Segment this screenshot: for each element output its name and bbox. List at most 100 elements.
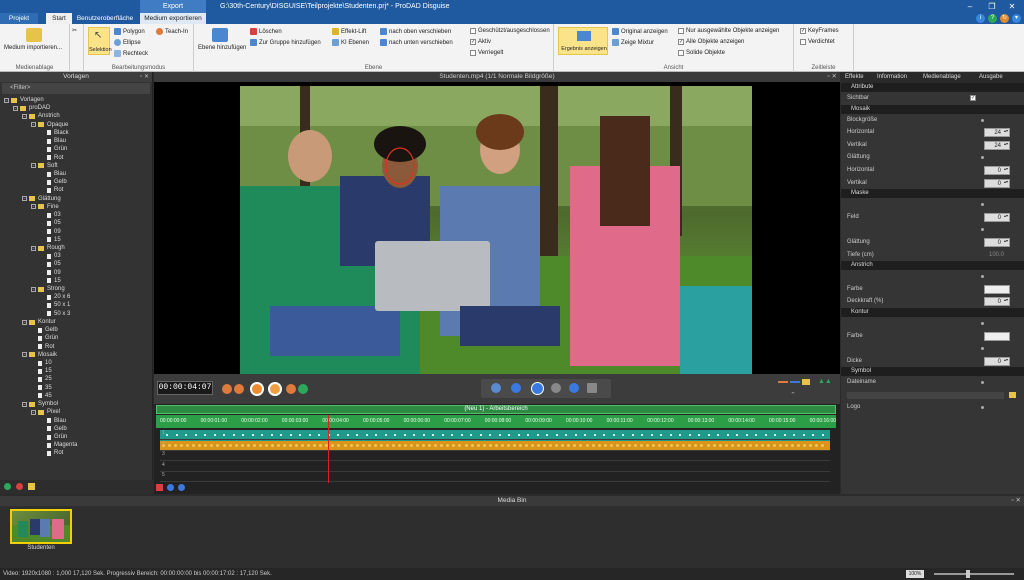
keyframe-marker[interactable] (289, 444, 293, 447)
keyframe-marker[interactable] (261, 434, 263, 436)
tree-item[interactable]: 10 (0, 359, 153, 367)
panel-close-icon[interactable]: ▫ ✕ (140, 72, 149, 82)
keyframe-marker[interactable] (295, 444, 299, 447)
keyframe-marker[interactable] (555, 434, 558, 436)
context-tab-export[interactable]: Export (140, 0, 206, 13)
keyframe-dot-icon[interactable] (981, 228, 984, 232)
keyframe-marker[interactable] (403, 434, 406, 436)
tree-item[interactable]: − Vorlagen (0, 96, 153, 104)
expand-toggle-icon[interactable]: − (31, 204, 36, 210)
keyframe-marker[interactable] (767, 444, 770, 447)
keyframe-marker[interactable] (384, 434, 387, 436)
section-symbol[interactable]: Symbol (841, 367, 1024, 377)
keyframe-marker[interactable] (641, 434, 643, 436)
keyframe-marker[interactable] (639, 444, 643, 447)
keyframe-marker[interactable] (736, 434, 738, 436)
keyframe-marker[interactable] (707, 434, 710, 436)
keyframe-marker[interactable] (669, 434, 672, 436)
keyframe-marker[interactable] (441, 434, 444, 436)
keyframe-marker[interactable] (627, 444, 631, 447)
keyframe-marker[interactable] (451, 434, 453, 436)
section-attribute[interactable]: Attribute (841, 83, 1024, 92)
ki-ebenen-button[interactable]: KI Ebenen (332, 39, 369, 46)
keyframe-marker[interactable] (797, 444, 801, 447)
tree-item[interactable]: − Strong (0, 285, 153, 293)
step-back-icon[interactable] (234, 384, 244, 394)
effekt-lift-button[interactable]: Effekt-Lift (332, 28, 366, 35)
move-down-button[interactable]: nach unten verschieben (380, 39, 453, 46)
g-vertikal-stepper[interactable]: 0 (984, 178, 1010, 188)
keyframe-marker[interactable] (346, 434, 349, 436)
tree-item[interactable]: 45 (0, 392, 153, 400)
keyframe-marker[interactable] (815, 444, 819, 447)
keyframe-marker[interactable] (612, 434, 615, 436)
expand-toggle-icon[interactable]: − (4, 97, 9, 103)
video-viewer[interactable] (154, 82, 840, 374)
record-keyframe-icon[interactable] (250, 382, 264, 396)
keyframe-marker[interactable] (821, 434, 824, 436)
refresh-icon[interactable] (298, 384, 308, 394)
collapse-icon[interactable]: ⌃ (790, 391, 800, 399)
keyframe-marker[interactable] (222, 444, 226, 447)
delete-keyframe-icon[interactable] (268, 382, 282, 396)
keyframe-marker[interactable] (717, 434, 719, 436)
keyframe-marker[interactable] (313, 444, 317, 447)
video-frame[interactable] (240, 86, 752, 374)
media-thumbnail[interactable] (10, 509, 72, 544)
keyframe-marker[interactable] (779, 444, 783, 447)
keyframe-marker[interactable] (821, 444, 825, 447)
keyframe-marker[interactable] (664, 444, 668, 447)
keyframe-marker[interactable] (289, 434, 292, 436)
tree-item[interactable]: Gelb (0, 178, 153, 186)
tree-item[interactable]: 05 (0, 219, 153, 227)
trim-icon[interactable]: ▲▲ (818, 378, 834, 386)
keyframe-marker[interactable] (489, 434, 491, 436)
keyframe-marker[interactable] (555, 444, 559, 447)
keyframe-marker[interactable] (549, 444, 553, 447)
maximize-icon[interactable]: ❐ (982, 0, 1002, 13)
keyframe-marker[interactable] (525, 444, 528, 447)
expand-toggle-icon[interactable]: − (22, 114, 27, 120)
keyframe-marker[interactable] (404, 444, 407, 447)
note-icon[interactable] (802, 379, 810, 385)
keyframe-marker[interactable] (252, 444, 256, 447)
expand-ribbon-icon[interactable]: ▾ (1012, 14, 1021, 23)
tree-item[interactable]: 50 x 3 (0, 310, 153, 318)
tree-item[interactable]: Rot (0, 186, 153, 194)
keyframe-marker[interactable] (736, 444, 740, 447)
expand-toggle-icon[interactable]: − (22, 196, 27, 202)
keyframe-marker[interactable] (724, 444, 728, 447)
tab-effekte[interactable]: Effekte (845, 72, 864, 83)
help-icon[interactable]: ? (988, 14, 997, 23)
keyframe-marker[interactable] (307, 444, 311, 447)
work-area-bar[interactable]: (Neu 1) - Arbeitsbereich (156, 405, 836, 414)
tree-item[interactable]: Blau (0, 137, 153, 145)
expand-toggle-icon[interactable]: − (22, 352, 27, 358)
keyframe-marker[interactable] (356, 434, 358, 436)
keyframe-marker[interactable] (186, 444, 190, 447)
g-horizontal-stepper[interactable]: 0 (984, 165, 1010, 175)
keyframe-marker[interactable] (603, 434, 605, 436)
tree-item[interactable]: − proDAD (0, 104, 153, 112)
dicke-stepper[interactable]: 0 (984, 356, 1010, 366)
keyframe-marker[interactable] (652, 444, 656, 447)
timeline-ruler[interactable]: 00:00:00:00 00:00:01:00 00:00:02:00 00:00:0… (156, 415, 836, 428)
marker-in-icon[interactable] (778, 381, 788, 383)
section-mosaik[interactable]: Mosaik (841, 104, 1024, 114)
tree-item[interactable]: 03 (0, 211, 153, 219)
kontur-color-picker[interactable] (984, 331, 1010, 341)
maske-glaettung-stepper[interactable]: 0 (984, 237, 1010, 247)
close-icon[interactable]: ✕ (1002, 0, 1022, 13)
keyframe-marker[interactable] (460, 434, 463, 436)
keyframe-marker[interactable] (379, 444, 383, 447)
keyframe-marker[interactable] (204, 444, 208, 447)
remove-template-icon[interactable] (16, 483, 23, 490)
keyframe-marker[interactable] (561, 444, 565, 447)
keyframe-marker[interactable] (585, 444, 589, 447)
keyframe-dot-icon[interactable] (981, 381, 984, 385)
keyframe-marker[interactable] (299, 434, 301, 436)
add-layer-button[interactable]: Ebene hinzufügen (198, 45, 246, 51)
tree-item[interactable]: Grün (0, 334, 153, 342)
keyframe-marker[interactable] (223, 434, 225, 436)
tree-item[interactable]: − Opaque (0, 121, 153, 129)
